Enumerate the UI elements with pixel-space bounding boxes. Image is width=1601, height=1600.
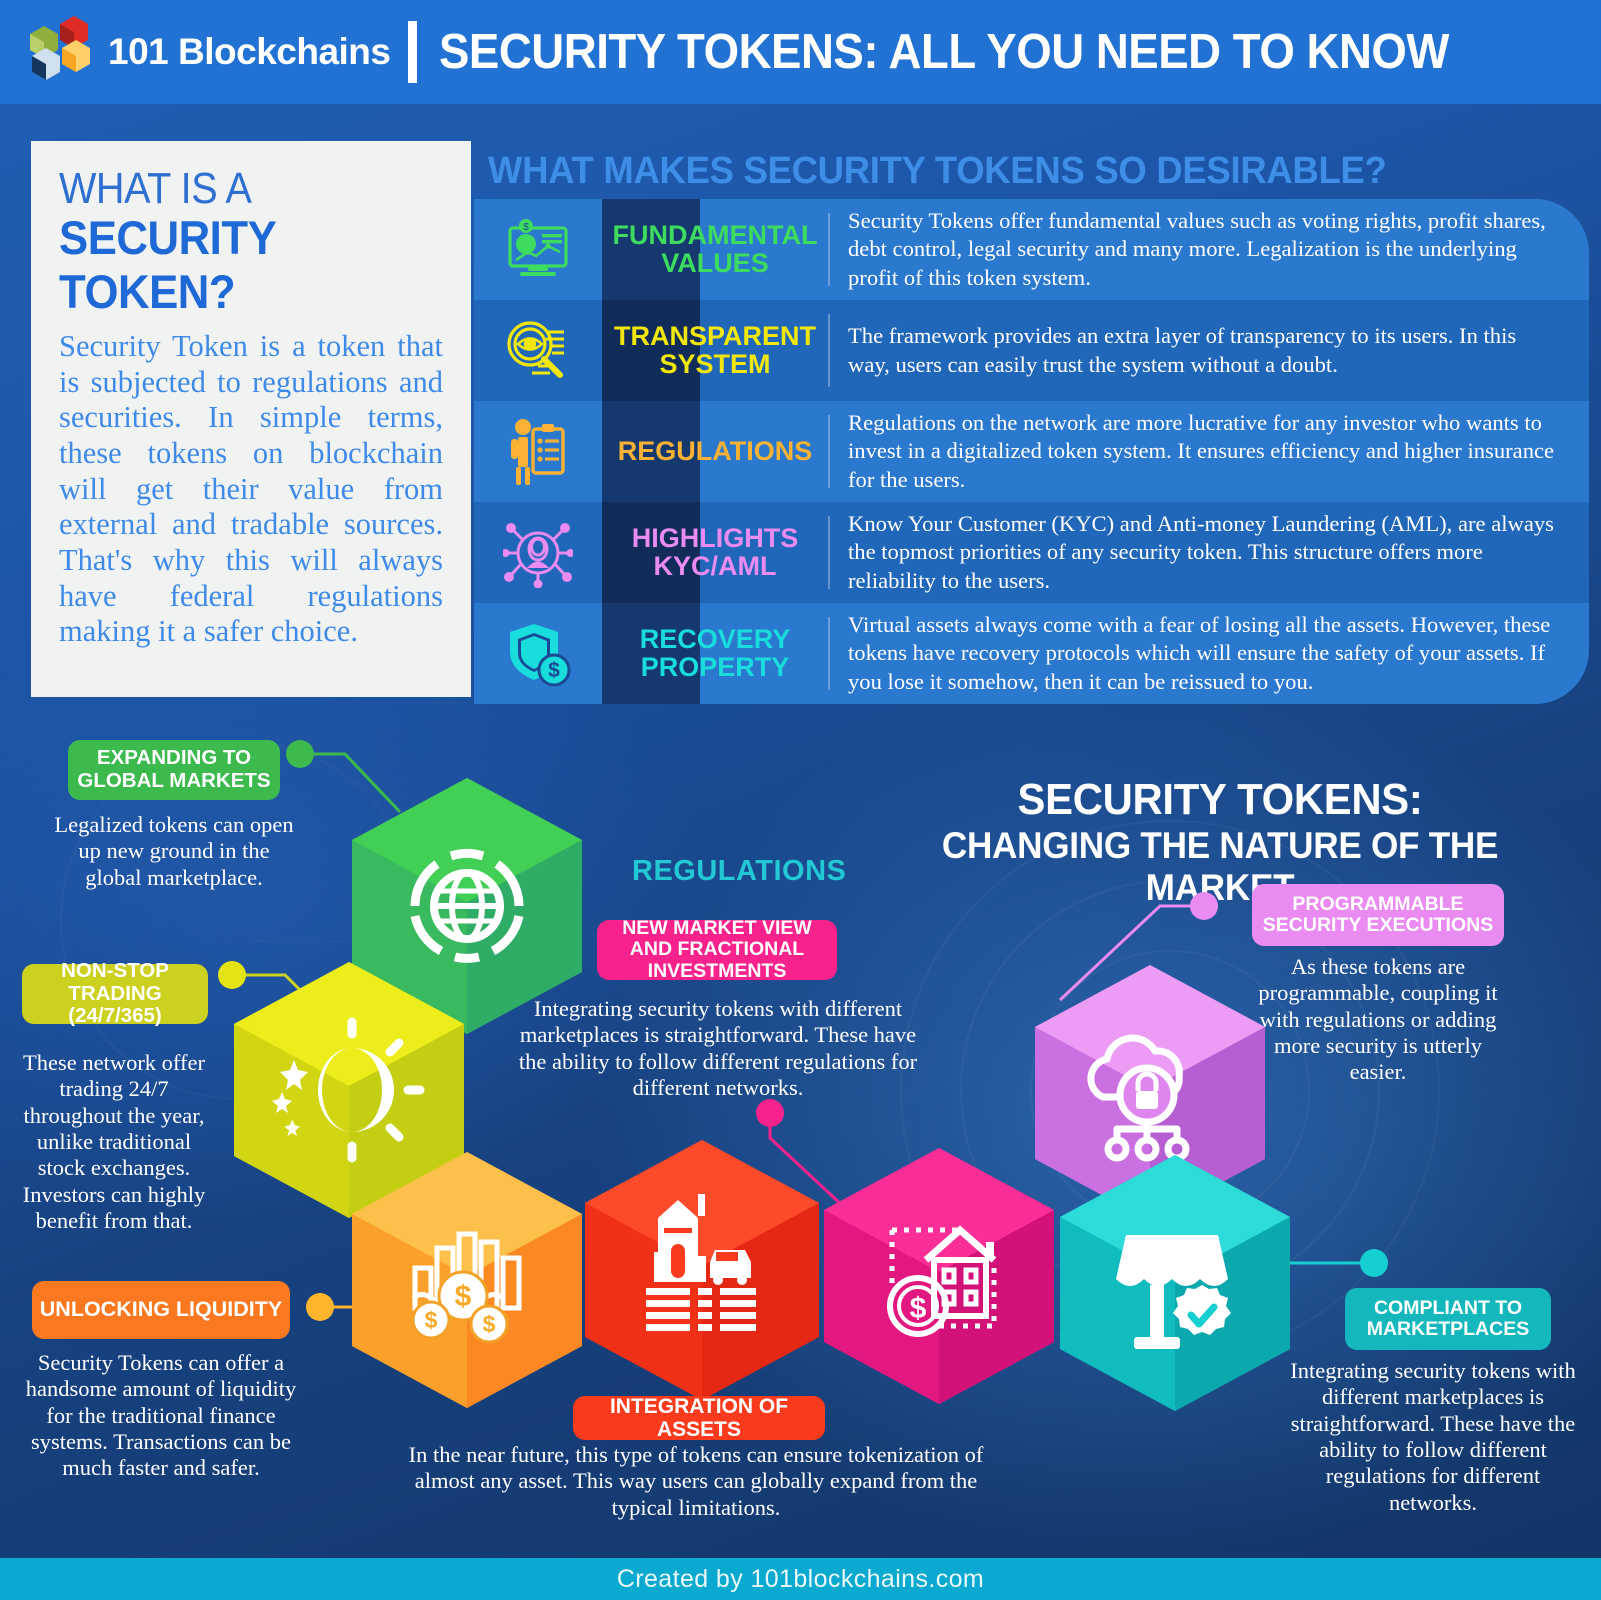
pill-expanding-global-markets[interactable]: EXPANDING TO GLOBAL MARKETS	[68, 740, 280, 800]
table-row-description: Virtual assets always come with a fear o…	[828, 612, 1589, 694]
svg-text:$: $	[455, 1280, 472, 1313]
blurb-expanding-global-markets: Legalized tokens can open up new ground …	[54, 812, 294, 890]
blurb-unlocking-liquidity: Security Tokens can offer a handsome amo…	[25, 1350, 297, 1481]
magnifier-eye-icon	[474, 300, 602, 401]
what-is-title-line1: WHAT IS A	[59, 164, 252, 213]
page-header: 101 Blockchains SECURITY TOKENS: ALL YOU…	[0, 0, 1601, 104]
hexagon-unlocking-liquidity: $ $ $	[352, 1152, 582, 1413]
table-row-description: Know Your Customer (KYC) and Anti-money …	[828, 511, 1589, 593]
page-footer: Created by 101blockchains.com	[0, 1558, 1601, 1600]
infographic-root: 101 Blockchains SECURITY TOKENS: ALL YOU…	[0, 0, 1601, 1600]
what-is-security-token-panel: WHAT IS A SECURITY TOKEN? Security Token…	[31, 141, 471, 697]
pill-compliant-to-marketplaces[interactable]: COMPLIANT TO MARKETPLACES	[1345, 1288, 1551, 1350]
footer-credit: Created by 101blockchains.com	[616, 1564, 985, 1593]
user-network-icon	[474, 502, 602, 603]
table-row: REGULATIONS Regulations on the network a…	[474, 401, 1589, 502]
table-row-title: HIGHLIGHTS KYC/AML	[631, 522, 799, 581]
brand-name: 101 Blockchains	[108, 31, 391, 72]
svg-text:$: $	[425, 1307, 438, 1333]
what-is-body-text: Security Token is a token that is subjec…	[59, 329, 443, 649]
header-divider	[408, 21, 418, 83]
table-row: TRANSPARENT SYSTEM The framework provide…	[474, 300, 1589, 401]
desirable-section-title: WHAT MAKES SECURITY TOKENS SO DESIRABLE?	[488, 150, 1387, 192]
table-row-title: REGULATIONS	[617, 435, 813, 466]
table-row: $ RECOVERY PROPERTY Virtual assets alway…	[474, 603, 1589, 704]
pill-integration-of-assets[interactable]: INTEGRATION OF ASSETS	[573, 1395, 825, 1441]
table-row: HIGHLIGHTS KYC/AML Know Your Customer (K…	[474, 502, 1589, 603]
table-row-description: Regulations on the network are more lucr…	[828, 410, 1589, 492]
table-row-title: RECOVERY PROPERTY	[639, 623, 791, 682]
pill-unlocking-liquidity[interactable]: UNLOCKING LIQUIDITY	[32, 1281, 290, 1339]
pill-non-stop-trading[interactable]: NON-STOP TRADING (24/7/365)	[22, 959, 208, 1027]
monitor-chart-dollar-icon: $	[474, 199, 602, 300]
person-clipboard-icon	[474, 401, 602, 502]
page-title: SECURITY TOKENS: ALL YOU NEED TO KNOW	[439, 25, 1450, 79]
blurb-compliant-to-marketplaces: Integrating security tokens with differe…	[1290, 1358, 1576, 1515]
what-is-title-line2: SECURITY TOKEN?	[59, 211, 276, 319]
table-row-title: TRANSPARENT SYSTEM	[614, 320, 816, 379]
svg-text:$: $	[910, 1292, 927, 1325]
blurb-new-market-view: Integrating security tokens with differe…	[518, 996, 918, 1100]
table-row-title: FUNDAMENTAL VALUES	[612, 219, 818, 278]
shield-dollar-icon: $	[474, 603, 602, 704]
hexagon-compliant-to-marketplaces	[1060, 1155, 1290, 1416]
svg-text:$: $	[523, 222, 529, 233]
hexagon-integration-of-assets	[585, 1140, 819, 1405]
table-row-description: The framework provides an extra layer of…	[828, 314, 1589, 387]
blurb-programmable-security: As these tokens are programmable, coupli…	[1258, 954, 1498, 1085]
hexagon-new-market-view: $	[824, 1148, 1054, 1409]
pill-new-market-view[interactable]: NEW MARKET VIEW AND FRACTIONAL INVESTMEN…	[597, 917, 837, 981]
pill-programmable-security[interactable]: PROGRAMMABLE SECURITY EXECUTIONS	[1252, 884, 1504, 946]
blurb-non-stop-trading: These network offer trading 24/7 through…	[22, 1050, 206, 1233]
desirable-table: $ FUNDAMENTAL VALUES Security Tokens off…	[474, 199, 1589, 704]
blockchain-cubes-logo-icon	[26, 16, 94, 88]
table-row-description: Security Tokens offer fundamental values…	[828, 208, 1589, 290]
blurb-integration-of-assets: In the near future, this type of tokens …	[408, 1442, 984, 1520]
svg-text:$: $	[483, 1311, 496, 1337]
table-row: $ FUNDAMENTAL VALUES Security Tokens off…	[474, 199, 1589, 300]
svg-text:$: $	[548, 659, 560, 682]
